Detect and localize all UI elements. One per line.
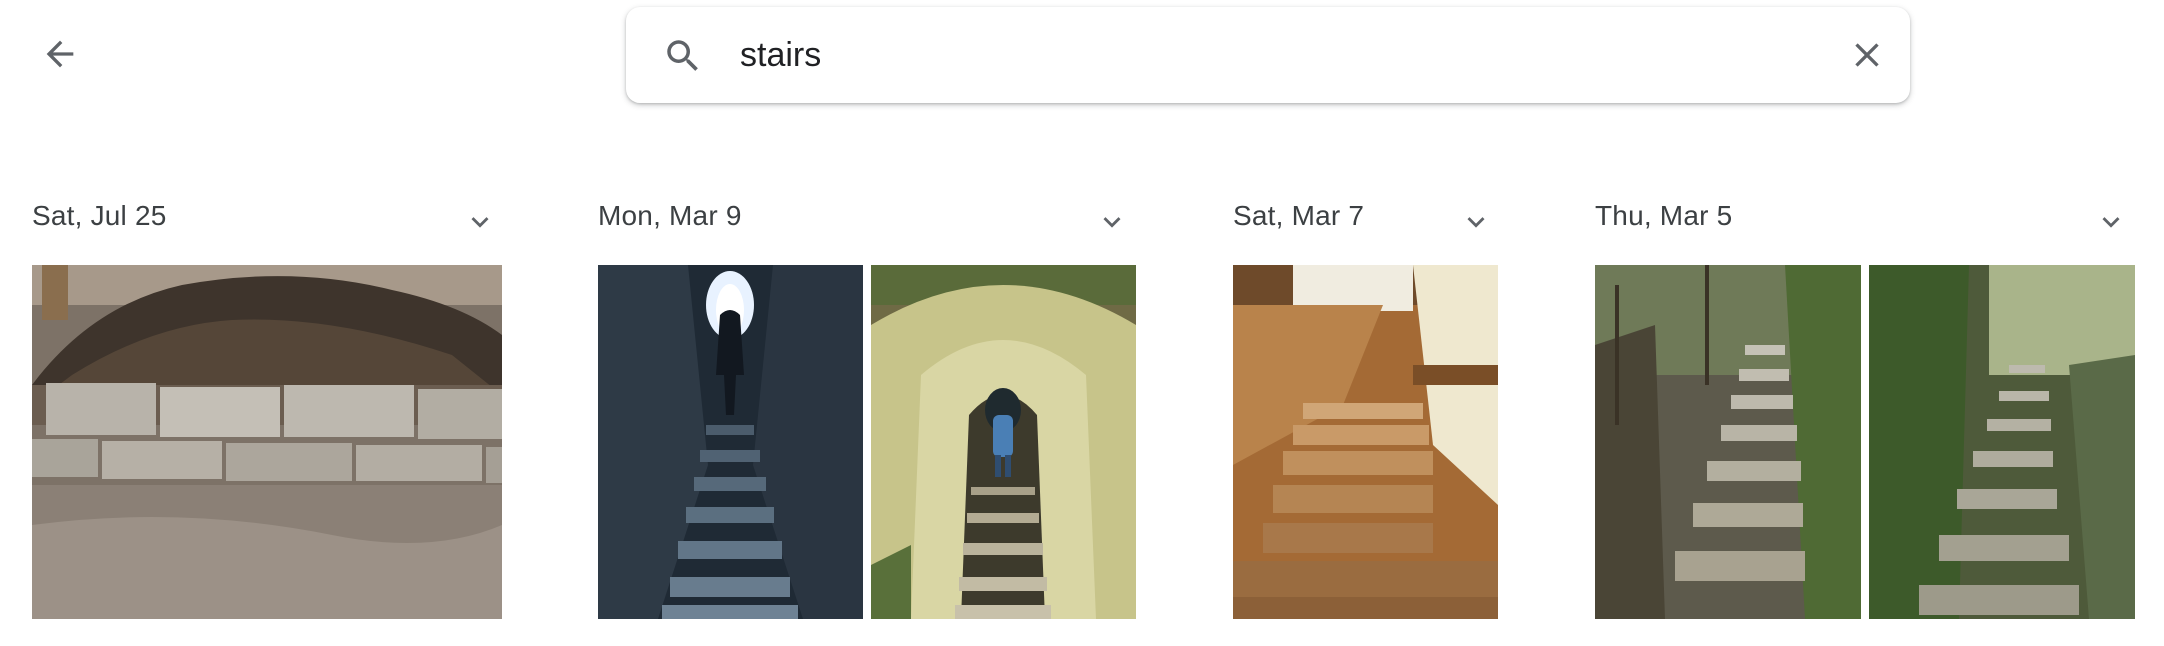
photos-search-page: Sat, Jul 25 bbox=[0, 0, 2164, 646]
date-group-header: Thu, Mar 5 bbox=[1595, 190, 2135, 246]
search-bar bbox=[626, 7, 1910, 103]
back-button[interactable] bbox=[34, 28, 86, 80]
date-group-header: Mon, Mar 9 bbox=[598, 190, 1136, 246]
photo-thumbnail[interactable] bbox=[32, 265, 502, 619]
photo-thumbnail[interactable] bbox=[1595, 265, 1861, 619]
chevron-down-icon bbox=[2102, 217, 2120, 228]
photo-thumbnail[interactable] bbox=[871, 265, 1136, 619]
chevron-down-icon bbox=[471, 217, 489, 228]
date-label: Thu, Mar 5 bbox=[1595, 200, 1733, 231]
expand-group-button[interactable] bbox=[462, 204, 498, 240]
mossy-tunnel-stairs-photo bbox=[871, 265, 1136, 619]
outdoor-stone-steps-photo bbox=[1595, 265, 1861, 619]
chevron-down-icon bbox=[1103, 217, 1121, 228]
photo-thumbnail[interactable] bbox=[1869, 265, 2135, 619]
date-label: Sat, Mar 7 bbox=[1233, 200, 1365, 231]
date-label: Sat, Jul 25 bbox=[32, 200, 167, 231]
date-group: Thu, Mar 5 bbox=[1595, 190, 2135, 619]
stone-wall-photo bbox=[32, 265, 502, 619]
date-group: Sat, Jul 25 bbox=[32, 190, 502, 619]
date-group-header: Sat, Mar 7 bbox=[1233, 190, 1498, 246]
wooden-stairs-photo bbox=[1233, 265, 1498, 619]
chevron-down-icon bbox=[1467, 217, 1485, 228]
search-icon[interactable] bbox=[662, 35, 704, 77]
clear-search-button[interactable] bbox=[1841, 29, 1893, 81]
close-icon bbox=[1855, 43, 1879, 67]
photo-thumbnail[interactable] bbox=[1233, 265, 1498, 619]
search-input[interactable] bbox=[740, 27, 1740, 83]
date-group: Sat, Mar 7 bbox=[1233, 190, 1498, 619]
forest-stone-steps-photo bbox=[1869, 265, 2135, 619]
date-group-header: Sat, Jul 25 bbox=[32, 190, 502, 246]
date-label: Mon, Mar 9 bbox=[598, 200, 742, 231]
arrow-left-icon bbox=[46, 40, 74, 68]
expand-group-button[interactable] bbox=[2093, 204, 2129, 240]
date-group: Mon, Mar 9 bbox=[598, 190, 1136, 619]
expand-group-button[interactable] bbox=[1458, 204, 1494, 240]
expand-group-button[interactable] bbox=[1094, 204, 1130, 240]
dark-tunnel-stairs-photo bbox=[598, 265, 863, 619]
photo-thumbnail[interactable] bbox=[598, 265, 863, 619]
